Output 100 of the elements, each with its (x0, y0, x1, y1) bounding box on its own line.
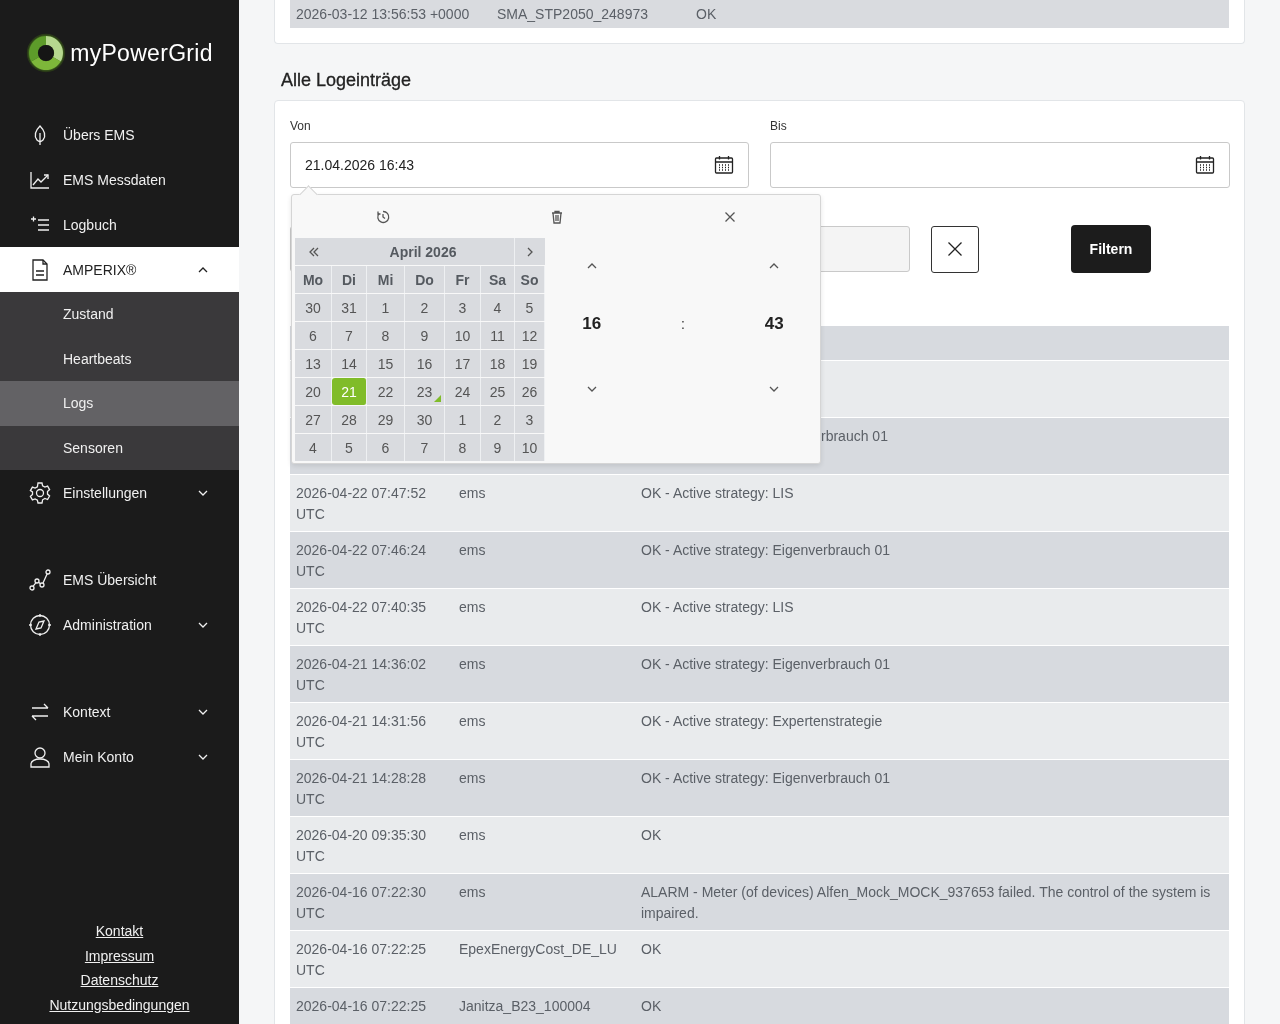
table-cell-text: ems (458, 769, 487, 788)
calendar-day[interactable]: 13 (295, 350, 332, 377)
calendar-day[interactable]: 16 (405, 350, 445, 377)
weekday-label: Mo (295, 266, 332, 293)
calendar-day[interactable]: 29 (367, 406, 405, 433)
table-cell-text: UTC (296, 676, 326, 695)
calendar-day[interactable]: 30 (295, 294, 332, 321)
table-cell-text: 2026-04-21 14:28:28 (296, 769, 427, 788)
calendar-day[interactable]: 2 (481, 406, 515, 433)
footer-link[interactable]: Impressum (84, 946, 155, 965)
calendar-day[interactable]: 8 (445, 434, 481, 461)
table-cell-text: OK (640, 997, 663, 1016)
calendar-day[interactable]: 4 (481, 294, 515, 321)
table-cell-text: UTC (296, 904, 326, 923)
nav-subitem[interactable]: Sensoren (0, 425, 239, 470)
calendar-day[interactable]: 10 (515, 434, 545, 461)
table-cell-text: ems (458, 712, 487, 731)
nav-item[interactable]: Mein Konto (0, 734, 239, 779)
filter-button[interactable]: Filtern (1071, 225, 1151, 273)
table-cell-text: 2026-04-21 14:31:56 (296, 712, 427, 731)
close-icon (723, 210, 736, 223)
calendar-day[interactable]: 1 (367, 294, 405, 321)
calendar-day[interactable]: 9 (405, 322, 445, 349)
table-cell-text: 2026-04-16 07:22:25 (296, 940, 427, 959)
calendar-day[interactable]: 7 (332, 322, 367, 349)
nav-item[interactable]: Administration (0, 602, 239, 647)
table-cell-text: rbrauch 01 (820, 427, 889, 446)
table-cell-text: 2026-04-20 09:35:30 (296, 826, 427, 845)
logo-icon (26, 33, 67, 73)
calendar-day[interactable]: 3 (445, 294, 481, 321)
calendar-day[interactable]: 24 (445, 378, 481, 405)
hour-value[interactable]: 16 (582, 314, 602, 334)
calendar-day[interactable]: 3 (515, 406, 545, 433)
table-cell-text: UTC (296, 505, 326, 524)
clear-button[interactable] (931, 225, 979, 273)
calendar-day[interactable]: 12 (515, 322, 545, 349)
user-icon (28, 744, 52, 769)
calendar-day[interactable]: 5 (515, 294, 545, 321)
node-graph-icon (28, 567, 52, 592)
nav-item[interactable]: Einstellungen (0, 470, 239, 515)
nav-item[interactable]: EMS Übersicht (0, 557, 239, 602)
calendar-day[interactable]: 1 (445, 406, 481, 433)
table-cell-text: UTC (296, 562, 326, 581)
table-cell-text: UTC (296, 733, 326, 752)
calendar-day[interactable]: 5 (332, 434, 367, 461)
calendar-day[interactable]: 31 (332, 294, 367, 321)
month-title[interactable]: April 2026 (332, 238, 515, 265)
footer-link[interactable]: Datenschutz (80, 971, 159, 990)
footer-link[interactable]: Kontakt (95, 922, 144, 941)
footer-link[interactable]: Nutzungsbedingungen (49, 995, 190, 1014)
calendar-day[interactable]: 22 (367, 378, 405, 405)
field-label: Von (290, 118, 312, 135)
trash-icon (551, 209, 563, 224)
calendar-day[interactable]: 26 (515, 378, 545, 405)
table-cell-text: ems (458, 541, 487, 560)
weekday-label: Sa (481, 266, 515, 293)
calendar-day[interactable]: 9 (481, 434, 515, 461)
table-cell-text: 2026-04-22 07:47:52 (296, 484, 427, 503)
minute-value[interactable]: 43 (764, 314, 784, 334)
table-cell-text: OK (640, 826, 663, 845)
calendar-day[interactable]: 6 (295, 322, 332, 349)
calendar-day[interactable]: 15 (367, 350, 405, 377)
time-separator: : (681, 316, 685, 332)
calendar-day[interactable]: 19 (515, 350, 545, 377)
table-cell-text: SMA_STP2050_248973 (497, 6, 649, 22)
settings-icon (28, 480, 52, 505)
calendar-day[interactable]: 11 (481, 322, 515, 349)
calendar-day[interactable]: 10 (445, 322, 481, 349)
calendar-day[interactable]: 23 (405, 378, 445, 405)
calendar-day[interactable]: 27 (295, 406, 332, 433)
calendar-day[interactable]: 8 (367, 322, 405, 349)
calendar-day[interactable]: 4 (295, 434, 332, 461)
table-cell-text: 2026-04-16 07:22:30 (296, 883, 427, 902)
nav-item[interactable]: AMPERIX® (0, 247, 239, 292)
nav-subitem[interactable]: Logs (0, 381, 239, 426)
calendar-day[interactable]: 7 (405, 434, 445, 461)
calendar-day[interactable]: 20 (295, 378, 332, 405)
calendar-day[interactable]: 18 (481, 350, 515, 377)
table-cell-text: 2026-04-22 07:46:24 (296, 541, 427, 560)
nav-item[interactable]: EMS Messdaten (0, 157, 239, 202)
nav-item[interactable]: Kontext (0, 689, 239, 734)
weekday-label: Do (405, 266, 445, 293)
nav-item[interactable]: Übers EMS (0, 112, 239, 157)
table-cell-text: OK - Active strategy: Eigenverbrauch 01 (640, 655, 891, 674)
calendar-day[interactable]: 14 (332, 350, 367, 377)
compass-icon (28, 612, 52, 637)
table-cell-text: OK (640, 940, 663, 959)
nav-item[interactable]: Logbuch (0, 202, 239, 247)
table-cell-text: OK - Active strategy: LIS (640, 598, 795, 617)
calendar-day[interactable]: 28 (332, 406, 367, 433)
calendar-day[interactable]: 25 (481, 378, 515, 405)
calendar-day[interactable]: 2 (405, 294, 445, 321)
date-field[interactable]: 21.04.2026 16:43 (290, 142, 749, 188)
date-field[interactable] (770, 142, 1230, 188)
calendar-day[interactable]: 6 (367, 434, 405, 461)
nav-subitem[interactable]: Heartbeats (0, 336, 239, 381)
calendar-day[interactable]: 30 (405, 406, 445, 433)
calendar-day[interactable]: 17 (445, 350, 481, 377)
nav-subitem[interactable]: Zustand (0, 292, 239, 337)
table-cell-text: UTC (296, 790, 326, 809)
